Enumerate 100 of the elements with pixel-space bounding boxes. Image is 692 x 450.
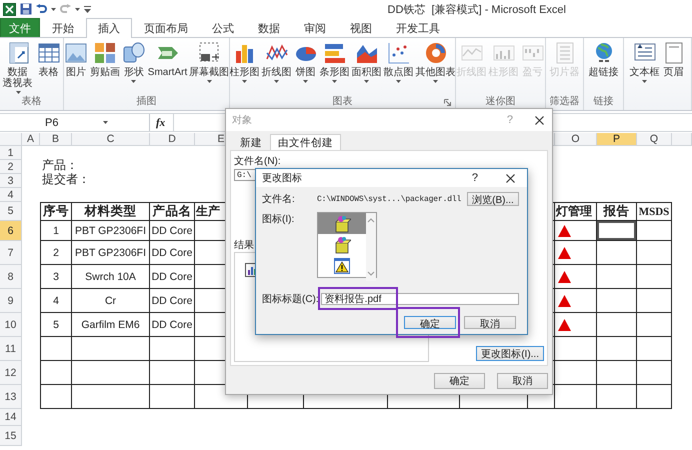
file-path: C:\WINDOWS\syst...\packager.dll bbox=[317, 194, 462, 204]
table-cell: 5 bbox=[40, 313, 72, 337]
donut-chart-icon bbox=[424, 41, 448, 65]
caret-icon bbox=[103, 121, 108, 124]
ribbon-button[interactable]: SmartArt bbox=[148, 41, 188, 78]
ribbon-button[interactable]: 饼图 bbox=[294, 41, 318, 83]
ribbon-button[interactable]: 其他图表 bbox=[416, 41, 455, 83]
ribbon-tab[interactable]: 审阅 bbox=[292, 18, 338, 37]
dialog-button[interactable]: 取消 bbox=[497, 373, 548, 389]
function-label[interactable]: fx bbox=[156, 116, 166, 128]
ribbon-tab[interactable]: 文件 bbox=[0, 18, 40, 37]
row-header[interactable]: 13 bbox=[0, 385, 22, 409]
table-cell bbox=[555, 361, 597, 385]
table-cell bbox=[637, 385, 672, 409]
table-header-cell: 灯管理 bbox=[555, 202, 597, 221]
ribbon-button[interactable]: 散点图 bbox=[384, 41, 414, 83]
ribbon-button[interactable]: 条形图 bbox=[320, 41, 350, 83]
table-cell bbox=[637, 265, 672, 289]
table-cell: Cr bbox=[72, 289, 150, 313]
table-grid-icon bbox=[36, 41, 60, 65]
row-header[interactable]: 8 bbox=[0, 265, 22, 289]
group-label: 结果 bbox=[234, 238, 254, 252]
group-label: 图表 bbox=[332, 96, 352, 107]
dialog-tab[interactable]: 由文件创建 bbox=[270, 134, 341, 150]
save-icon[interactable] bbox=[20, 3, 32, 15]
icon-caption-field[interactable]: 资料报告.pdf bbox=[320, 293, 519, 305]
spreadsheet-logo-icon[interactable] bbox=[3, 2, 16, 16]
column-header[interactable]: Q bbox=[637, 133, 672, 146]
table-cell bbox=[150, 385, 195, 409]
caret-icon bbox=[75, 8, 80, 10]
table-cell: 1 bbox=[40, 221, 72, 241]
group-label: 插图 bbox=[136, 96, 156, 107]
table-cell: Swrch 10A bbox=[72, 265, 150, 289]
ribbon-tab[interactable]: 公式 bbox=[200, 18, 246, 37]
ribbon-button[interactable]: 图片 bbox=[64, 41, 88, 78]
dialog-button[interactable]: 确定 bbox=[404, 316, 456, 329]
change-icon-button[interactable]: 更改图标(I)... bbox=[476, 346, 544, 361]
row-header[interactable]: 5 bbox=[0, 202, 22, 221]
close-icon[interactable] bbox=[535, 116, 544, 124]
dialog-launcher-icon[interactable] bbox=[444, 99, 451, 106]
scrollbar[interactable] bbox=[366, 213, 376, 281]
help-button[interactable]: ? bbox=[472, 172, 478, 184]
table-cell bbox=[597, 337, 637, 361]
ribbon-button[interactable]: 超链接 bbox=[588, 41, 618, 78]
customize-toolbar-icon[interactable] bbox=[84, 6, 91, 12]
row-header[interactable]: 10 bbox=[0, 313, 22, 337]
table-header-cell: 序号 bbox=[40, 202, 72, 221]
column-header[interactable]: O bbox=[555, 133, 597, 146]
row-header[interactable]: 1 bbox=[0, 146, 22, 160]
column-header[interactable]: C bbox=[72, 133, 150, 146]
icon-list[interactable] bbox=[317, 212, 377, 278]
warning-icon bbox=[333, 256, 351, 274]
row-header[interactable]: 7 bbox=[0, 241, 22, 265]
package-icon bbox=[333, 236, 351, 254]
column-header[interactable]: P bbox=[597, 133, 637, 146]
ribbon-button[interactable]: 折线图 bbox=[262, 41, 292, 83]
dialog-button[interactable]: 确定 bbox=[434, 373, 485, 389]
ribbon-tab[interactable]: 视图 bbox=[338, 18, 384, 37]
ribbon-button[interactable]: 页眉 bbox=[662, 41, 686, 78]
column-header[interactable]: B bbox=[40, 133, 72, 146]
row-header[interactable]: 9 bbox=[0, 289, 22, 313]
horizontal-bar-chart-icon bbox=[322, 41, 346, 65]
undo-icon[interactable] bbox=[36, 4, 47, 14]
ribbon-button[interactable]: 面积图 bbox=[352, 41, 382, 83]
dialog-button[interactable]: 取消 bbox=[464, 316, 516, 329]
row-header[interactable]: 3 bbox=[0, 174, 22, 188]
browse-button[interactable]: 浏览(B)... bbox=[467, 192, 519, 206]
row-header[interactable]: 2 bbox=[0, 160, 22, 174]
ribbon-button[interactable]: 剪贴画 bbox=[90, 41, 120, 78]
ribbon-tab[interactable]: 插入 bbox=[86, 18, 132, 38]
column-header[interactable]: A bbox=[22, 133, 40, 146]
row-header[interactable]: 14 bbox=[0, 409, 22, 426]
ribbon-button[interactable]: 数据透视表 bbox=[2, 41, 34, 94]
table-cell bbox=[597, 361, 637, 385]
picture-icon bbox=[64, 41, 88, 65]
table-cell bbox=[597, 385, 637, 409]
row-header[interactable]: 6 bbox=[0, 221, 22, 241]
icon-list-item[interactable] bbox=[318, 213, 366, 234]
table-cell bbox=[555, 385, 597, 409]
table-cell bbox=[637, 289, 672, 313]
ribbon-button[interactable]: 形状 bbox=[122, 41, 146, 83]
ribbon-button[interactable]: 文本框 bbox=[630, 41, 660, 83]
ribbon-tab[interactable]: 开始 bbox=[40, 18, 86, 37]
ribbon-button[interactable]: 表格 bbox=[36, 41, 60, 78]
ribbon-tab[interactable]: 开发工具 bbox=[384, 18, 452, 37]
column-header[interactable]: D bbox=[150, 133, 195, 146]
table-header-cell: 报告 bbox=[597, 202, 637, 221]
active-cell[interactable] bbox=[597, 221, 637, 241]
table-cell: Garfilm EM6 bbox=[72, 313, 150, 337]
row-header[interactable]: 11 bbox=[0, 337, 22, 361]
ribbon-tab[interactable]: 数据 bbox=[246, 18, 292, 37]
name-box[interactable]: P6 bbox=[0, 114, 150, 131]
table-cell: DD Core bbox=[150, 221, 195, 241]
close-icon[interactable] bbox=[506, 174, 515, 182]
row-header[interactable]: 12 bbox=[0, 361, 22, 385]
table-cell: DD Core bbox=[150, 313, 195, 337]
row-header[interactable]: 15 bbox=[0, 426, 22, 446]
ribbon-button[interactable]: 屏幕截图 bbox=[189, 41, 229, 83]
row-header[interactable]: 4 bbox=[0, 188, 22, 202]
ribbon-tab[interactable]: 页面布局 bbox=[132, 18, 200, 37]
